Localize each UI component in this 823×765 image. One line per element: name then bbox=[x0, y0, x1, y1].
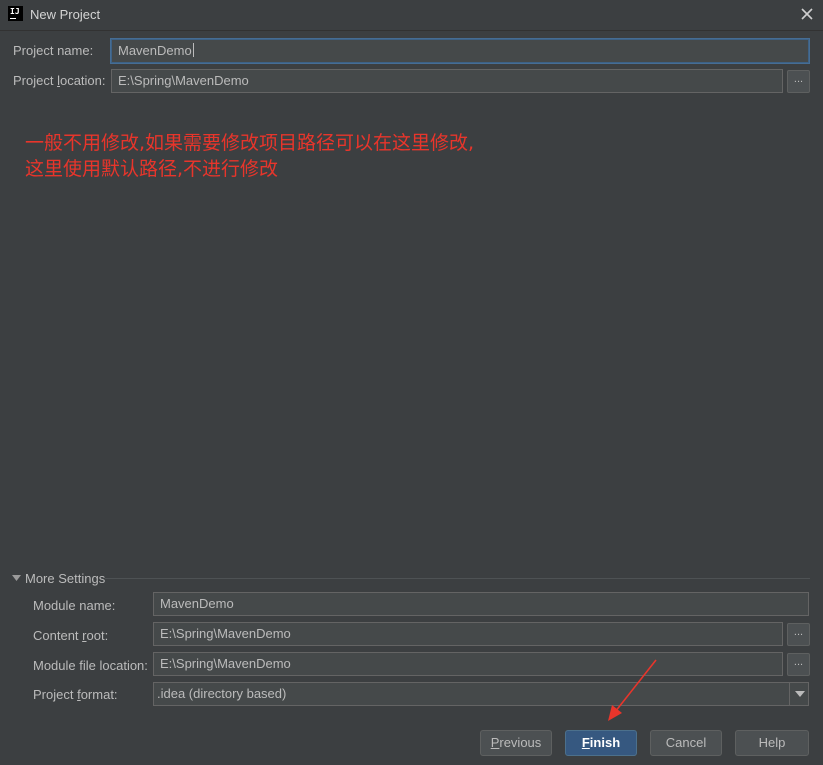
project-format-label: Project format: bbox=[33, 687, 118, 702]
cancel-button[interactable]: Cancel bbox=[650, 730, 722, 756]
module-name-input[interactable]: MavenDemo bbox=[153, 592, 809, 616]
close-icon bbox=[801, 8, 813, 20]
module-file-location-browse-button[interactable]: ... bbox=[787, 653, 810, 676]
content-root-input[interactable]: E:\Spring\MavenDemo bbox=[153, 622, 783, 646]
project-format-select[interactable]: .idea (directory based) bbox=[153, 682, 809, 706]
annotation-line-1: 一般不用修改,如果需要修改项目路径可以在这里修改, bbox=[25, 132, 475, 154]
project-name-input[interactable]: MavenDemo bbox=[111, 39, 809, 63]
text-caret bbox=[192, 43, 194, 57]
previous-button[interactable]: Previous bbox=[480, 730, 552, 756]
close-button[interactable] bbox=[795, 3, 819, 25]
annotation-arrow-icon bbox=[608, 659, 657, 721]
more-settings-label: More Settings bbox=[25, 571, 106, 586]
annotation-line-2: 这里使用默认路径,不进行修改 bbox=[25, 158, 279, 180]
help-button[interactable]: Help bbox=[735, 730, 809, 756]
project-location-label: Project location: bbox=[13, 73, 106, 88]
project-format-dropdown-button[interactable] bbox=[789, 683, 808, 705]
module-file-location-label: Module file location: bbox=[33, 658, 148, 673]
intellij-logo-icon: IJ bbox=[8, 6, 23, 21]
more-settings-divider bbox=[105, 578, 810, 579]
module-name-label: Module name: bbox=[33, 598, 116, 613]
content-root-label: Content root: bbox=[33, 628, 109, 643]
new-project-dialog: IJ New Project Project name: MavenDemo P… bbox=[0, 0, 823, 765]
annotation-note: 一般不用修改,如果需要修改项目路径可以在这里修改, 这里使用默认路径,不进行修改 bbox=[25, 130, 474, 182]
finish-button[interactable]: Finish bbox=[565, 730, 637, 756]
chevron-down-icon bbox=[795, 691, 805, 697]
project-name-value: MavenDemo bbox=[118, 43, 192, 58]
triangle-down-icon bbox=[12, 575, 21, 581]
module-file-location-input[interactable]: E:\Spring\MavenDemo bbox=[153, 652, 783, 676]
project-format-value: .idea (directory based) bbox=[157, 686, 287, 701]
window-title: New Project bbox=[30, 7, 101, 22]
content-root-browse-button[interactable]: ... bbox=[787, 623, 810, 646]
project-name-label: Project name: bbox=[13, 43, 94, 58]
project-location-input[interactable]: E:\Spring\MavenDemo bbox=[111, 69, 783, 93]
project-location-browse-button[interactable]: ... bbox=[787, 70, 810, 93]
title-bar: IJ New Project bbox=[0, 0, 823, 31]
